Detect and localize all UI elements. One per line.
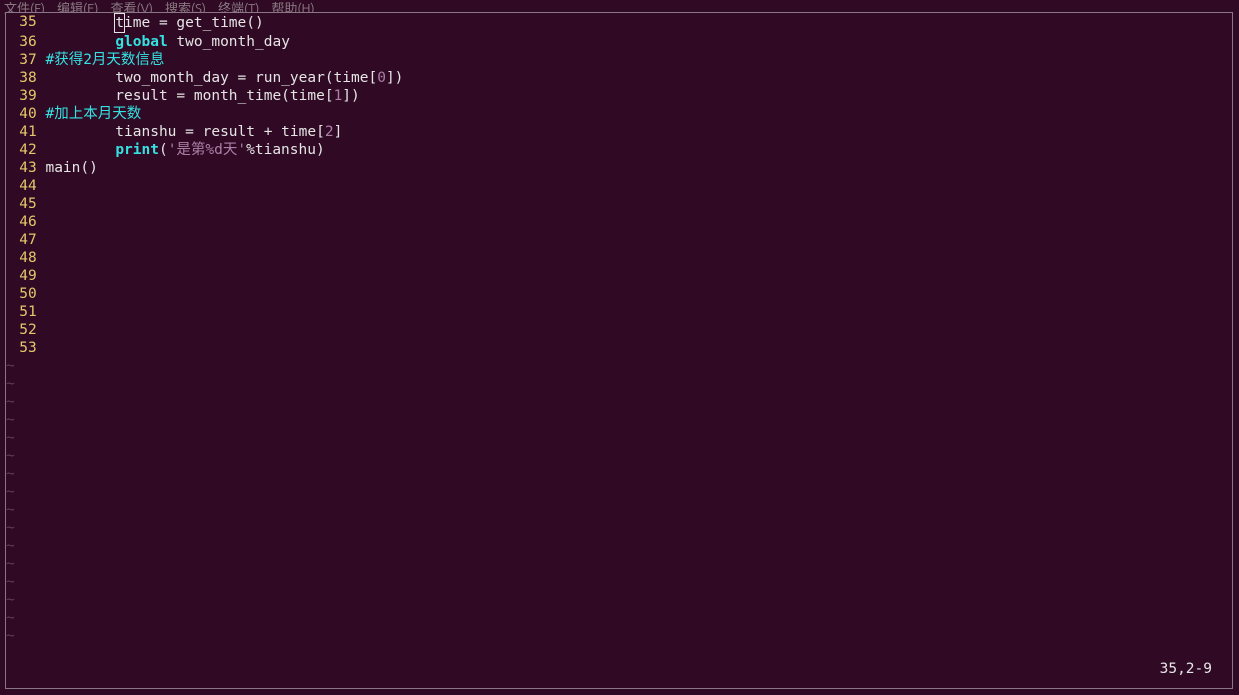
tilde-line: ~ [6,538,15,554]
line-number: 35 [15,13,37,31]
line-number: 45 [15,195,37,213]
line-number: 37 [15,51,37,69]
line-number: 38 [15,69,37,87]
tilde-line: ~ [6,502,15,518]
code-line-42[interactable]: print('是第%d天'%tianshu) [45,142,324,158]
tilde-line: ~ [6,520,15,536]
tilde-line: ~ [6,610,15,626]
line-number: 41 [15,123,37,141]
line-number: 52 [15,321,37,339]
code-line-35[interactable]: time = get_time() [45,15,263,31]
code-line-41[interactable]: tianshu = result + time[2] [45,124,342,140]
line-number: 53 [15,339,37,357]
code-line-37[interactable]: #获得2月天数信息 [45,52,164,68]
line-number: 48 [15,249,37,267]
tilde-line: ~ [6,448,15,464]
code-line-38[interactable]: two_month_day = run_year(time[0]) [45,70,403,86]
line-number: 47 [15,231,37,249]
tilde-line: ~ [6,358,15,374]
line-number: 50 [15,285,37,303]
tilde-line: ~ [6,556,15,572]
line-number: 39 [15,87,37,105]
tilde-line: ~ [6,376,15,392]
code-line-43[interactable]: main() [45,160,97,176]
tilde-line: ~ [6,628,15,644]
terminal-window: 文件(F) 编辑(E) 查看(V) 搜索(S) 终端(T) 帮助(H) 35 t… [0,0,1239,695]
line-number: 49 [15,267,37,285]
tilde-line: ~ [6,574,15,590]
code-area[interactable]: 35 time = get_time() 36 global two_month… [6,13,1232,645]
line-number: 46 [15,213,37,231]
line-number: 44 [15,177,37,195]
line-number: 40 [15,105,37,123]
vim-editor[interactable]: 35 time = get_time() 36 global two_month… [5,12,1233,689]
tilde-line: ~ [6,394,15,410]
line-number: 36 [15,33,37,51]
code-line-36[interactable]: global two_month_day [45,34,289,50]
code-line-40[interactable]: #加上本月天数 [45,106,141,122]
code-line-39[interactable]: result = month_time(time[1]) [45,88,359,104]
line-number: 51 [15,303,37,321]
tilde-line: ~ [6,592,15,608]
tilde-line: ~ [6,466,15,482]
status-position: 35,2-9 [1160,660,1212,678]
tilde-line: ~ [6,430,15,446]
tilde-line: ~ [6,484,15,500]
line-number: 43 [15,159,37,177]
tilde-line: ~ [6,412,15,428]
line-number: 42 [15,141,37,159]
